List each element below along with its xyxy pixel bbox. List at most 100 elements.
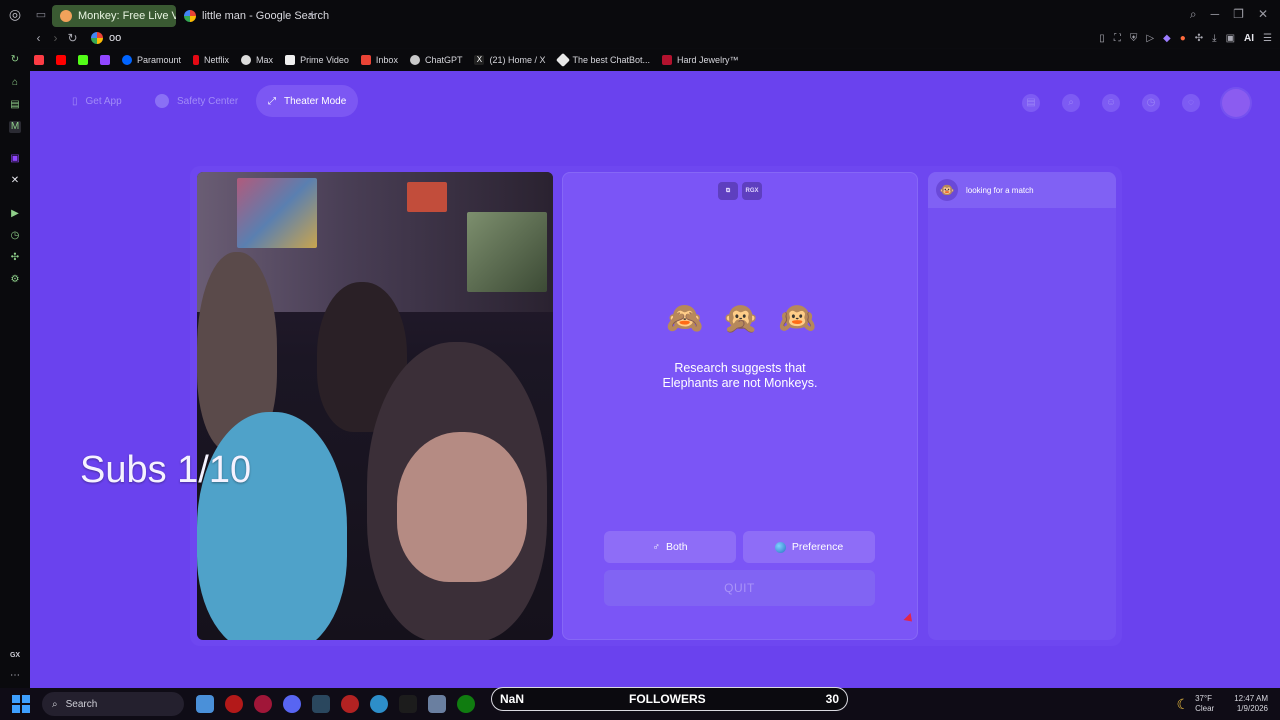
clock-time: 12:47 AM [1234,694,1268,703]
app-icon[interactable] [370,695,388,713]
safety-center-button[interactable]: Safety Center [143,85,250,117]
prime-video-icon [285,55,296,65]
local-video-feed [197,172,553,640]
jewelry-icon [662,55,673,65]
url-input[interactable]: oo [109,32,121,44]
theater-mode-button[interactable]: ⤢ Theater Mode [256,85,359,117]
obs-icon[interactable] [341,695,359,713]
twitch-icon [100,55,110,65]
bookmark-max[interactable]: Max [241,55,273,65]
bookmarks-bar: Paramount Netflix Max Prime Video Inbox … [30,49,1280,71]
both-button[interactable]: ♂ Both [604,531,736,563]
settings-gear-icon[interactable]: ⚙ [9,274,21,286]
preference-button[interactable]: Preference [743,531,875,563]
monkey-favicon-icon [60,9,72,22]
new-tab-button[interactable]: + [308,6,316,22]
browser-sidebar: ↻ ⌂ ▤ M ▣ ✕ ▶ ◷ ✣ ⚙ GX ⋯ [0,48,30,688]
back-button[interactable]: ‹ [30,31,47,45]
menu-icon[interactable]: ☰ [1263,33,1272,44]
bookmark-music[interactable] [34,55,44,65]
player-icon[interactable]: ▶ [9,208,21,220]
download-icon[interactable]: ⤓ [1212,33,1216,44]
opera-gx-logo-icon[interactable]: ◎ [0,0,30,28]
gx-control-icon[interactable]: ↻ [9,54,21,66]
shield-icon[interactable]: ⛨ [1130,33,1138,44]
match-panel: ⧉ RGX 🙈 🙊 🙉 Research suggests that Eleph… [562,172,918,640]
search-icon[interactable]: ⌕ [1190,7,1197,22]
snapshot-icon[interactable]: ⛶ [1114,33,1121,44]
messenger-icon[interactable]: M [9,121,21,133]
safety-center-label: Safety Center [177,95,239,107]
bookmark-kick[interactable] [78,55,88,65]
hear-no-evil-monkey-icon: 🙉 [778,302,816,335]
forward-button[interactable]: › [47,31,64,45]
friends-icon[interactable]: ☺ [1102,94,1120,112]
bookmark-inbox[interactable]: Inbox [360,55,398,65]
bookmark-icon[interactable]: ▯ [1099,33,1105,44]
gx-corner-icon[interactable]: ⌂ [9,77,21,89]
more-options-icon[interactable]: ⋯ [9,670,21,682]
settings-gear-icon[interactable] [428,695,446,713]
expand-icon: ⤢ [268,95,276,107]
start-button[interactable] [12,695,30,713]
bookmark-label: Paramount [137,55,182,65]
chat-icon[interactable]: ◌ [1182,94,1200,112]
bookmark-label: The best ChatBot... [572,55,651,65]
bookmark-youtube[interactable] [56,55,66,65]
gx-label: GX [9,652,21,659]
minimize-button[interactable]: ─ [1211,7,1220,21]
bookmark-prime-video[interactable]: Prime Video [285,55,349,65]
monkey-emojis: 🙈 🙊 🙉 [666,300,816,338]
popout-icon[interactable]: ⧉ [718,182,738,200]
steam-icon[interactable] [312,695,330,713]
app-icon[interactable] [225,695,243,713]
search-icon[interactable]: ⌕ [1062,94,1080,112]
tab-google-search[interactable]: little man - Google Search [176,5,329,27]
gx-cleaner-icon[interactable]: ▤ [9,99,21,111]
file-explorer-icon[interactable] [196,695,214,713]
reload-button[interactable]: ↻ [64,31,81,45]
weather-widget[interactable]: ☾ 37°F Clear [1177,694,1215,714]
bookmark-hard-jewelry[interactable]: Hard Jewelry™ [662,55,739,65]
paramount-icon [122,55,132,65]
research-message: Research suggests that Elephants are not… [602,361,878,391]
close-button[interactable]: ✕ [1258,7,1268,21]
tab-monkey[interactable]: Monkey: Free Live Vid [52,4,176,27]
bookmark-netflix[interactable]: Netflix [193,55,229,65]
user-avatar[interactable] [1222,89,1250,117]
system-clock[interactable]: 12:47 AM 1/9/2026 [1234,694,1268,714]
puzzle-icon[interactable]: ✣ [1195,33,1203,44]
followers-label: FOLLOWERS [629,692,706,706]
twitch-sidebar-icon[interactable]: ▣ [9,153,21,165]
play-icon[interactable]: ▷ [1146,33,1154,44]
discord-icon[interactable] [283,695,301,713]
browser-tabbar: ◎ ▭ Monkey: Free Live Vid little man - G… [0,0,1280,28]
clock-date: 1/9/2026 [1236,704,1268,713]
xbox-icon[interactable] [457,695,475,713]
restore-button[interactable]: ❐ [1233,7,1244,21]
quit-button[interactable]: QUIT [604,570,875,606]
bookmark-chatbot[interactable]: The best ChatBot... [555,52,651,68]
ai-button[interactable]: AI [1244,33,1254,44]
history-icon[interactable]: ◷ [1142,94,1160,112]
gender-icon: ♂ [652,541,660,553]
google-favicon-icon [184,9,196,22]
opera-gx-taskbar-icon[interactable] [254,695,272,713]
extension-icon[interactable]: ◆ [1163,33,1171,44]
bookmark-twitch[interactable] [100,55,110,65]
bookmark-paramount[interactable]: Paramount [122,55,181,65]
extensions-icon[interactable]: ✣ [9,252,21,264]
followers-count: 30 [825,692,839,706]
bookmark-chatgpt[interactable]: ChatGPT [409,55,462,65]
taskbar-search[interactable]: ⌕ Search [42,692,184,716]
bookmark-x[interactable]: X (21) Home / X [474,55,546,65]
get-app-button[interactable]: ▯ Get App [60,85,134,117]
epic-games-icon[interactable] [399,695,417,713]
tab-menu-icon[interactable]: ▭ [30,0,52,28]
x-sidebar-icon[interactable]: ✕ [9,175,21,187]
extension-icon[interactable]: ● [1180,33,1186,44]
store-icon[interactable]: ▤ [1022,94,1040,112]
wallet-icon[interactable]: ▣ [1226,33,1235,44]
history-icon[interactable]: ◷ [9,230,21,242]
rgx-button[interactable]: RGX [742,182,762,200]
